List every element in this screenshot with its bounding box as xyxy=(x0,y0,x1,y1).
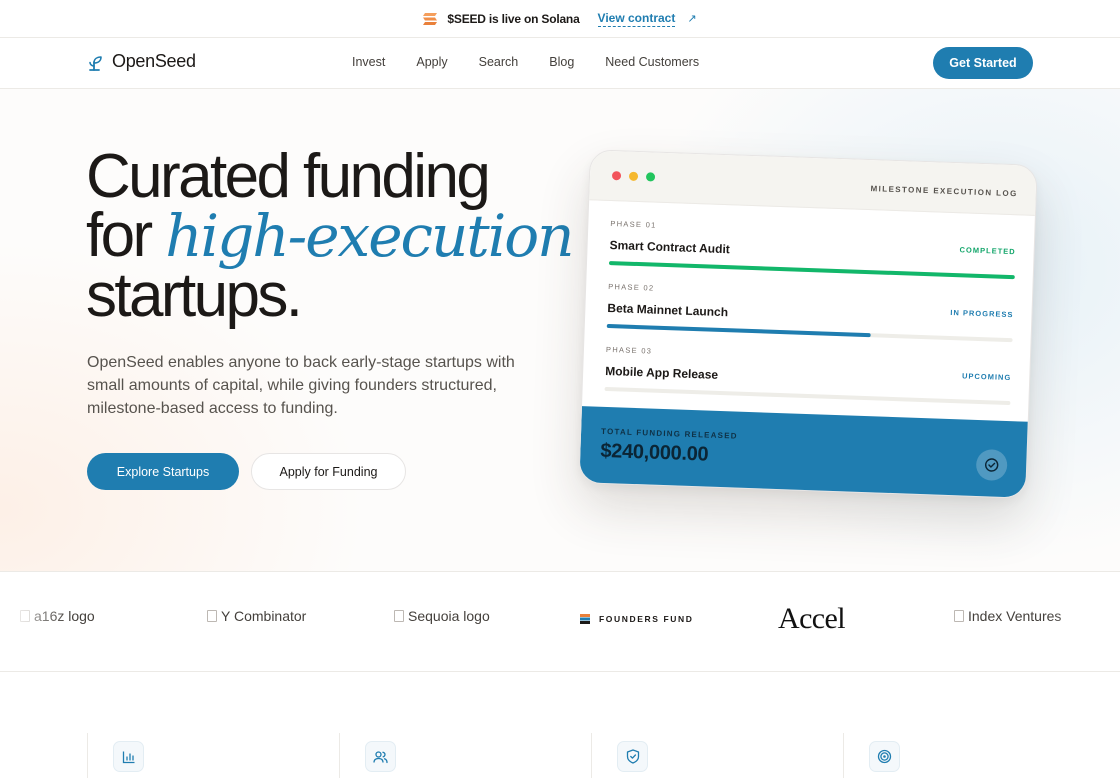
target-icon xyxy=(869,741,900,772)
red-dot-icon xyxy=(611,171,622,181)
hero-section: Curated funding for high-execution start… xyxy=(0,89,1120,571)
feature-card xyxy=(843,733,1096,778)
hero-description: OpenSeed enables anyone to back early-st… xyxy=(87,354,515,417)
nav-link-search[interactable]: Search xyxy=(479,55,519,69)
hero-title-highlight: high-execution xyxy=(165,202,574,270)
users-icon xyxy=(365,741,396,772)
sprout-icon xyxy=(89,55,102,71)
feature-card xyxy=(591,733,844,778)
milestone-card: MILESTONE EXECUTION LOG PHASE 01 Smart C… xyxy=(578,149,1038,499)
green-dot-icon xyxy=(645,172,656,182)
founders-fund-mark-icon xyxy=(580,614,590,624)
total-funding-amount: $240,000.00 xyxy=(600,439,709,466)
phase-status: UPCOMING xyxy=(961,371,1012,383)
shield-check-icon xyxy=(617,741,648,772)
announcement-text: $SEED is live on Solana xyxy=(447,11,580,26)
logo-accel: Accel xyxy=(778,602,846,635)
nav-link-apply[interactable]: Apply xyxy=(416,55,447,69)
bar-chart-icon xyxy=(113,741,144,772)
brand-name: OpenSeed xyxy=(112,51,196,71)
phase-name: Mobile App Release xyxy=(604,363,719,382)
nav-link-blog[interactable]: Blog xyxy=(549,55,574,69)
card-header: MILESTONE EXECUTION LOG xyxy=(589,150,1037,216)
hero-title-line3: startups. xyxy=(86,261,303,330)
brand-logo[interactable]: OpenSeed xyxy=(88,51,196,72)
solana-icon xyxy=(423,12,438,25)
explore-startups-button[interactable]: Explore Startups xyxy=(87,453,239,490)
external-arrow-icon: ↗ xyxy=(687,13,697,25)
get-started-button[interactable]: Get Started xyxy=(933,47,1033,79)
strip-fade-left xyxy=(0,572,70,671)
announcement-bar: $SEED is live on Solana View contract ↗ xyxy=(0,0,1120,38)
top-navigation: OpenSeed Invest Apply Search Blog Need C… xyxy=(0,38,1120,89)
phase-item: PHASE 02 Beta Mainnet Launch IN PROGRESS xyxy=(606,282,1014,343)
logo-founders-fund: FOUNDERS FUND xyxy=(580,614,693,624)
logo-sequoia-alt: Sequoia logo xyxy=(408,608,490,624)
hero-title-for: for xyxy=(86,201,153,270)
logo-sequoia: Sequoia logo xyxy=(394,608,490,624)
total-funding-label: TOTAL FUNDING RELEASED xyxy=(600,426,738,441)
investor-logo-strip: a16z logo Y Combinator Sequoia logo FOUN… xyxy=(0,571,1120,672)
check-circle-icon xyxy=(975,448,1008,482)
logo-index-ventures-alt: Index Ventures xyxy=(968,608,1062,624)
window-dots xyxy=(611,171,656,182)
feature-card xyxy=(339,733,592,778)
logo-index-ventures: Index Ventures xyxy=(954,608,1061,624)
phase-status: COMPLETED xyxy=(959,245,1016,257)
phase-progress-fill xyxy=(606,323,871,338)
hero-title: Curated funding for high-execution start… xyxy=(86,146,606,327)
founders-fund-text: FOUNDERS FUND xyxy=(599,614,694,624)
broken-image-icon xyxy=(954,610,964,622)
card-footer: TOTAL FUNDING RELEASED $240,000.00 xyxy=(579,406,1030,499)
apply-for-funding-button[interactable]: Apply for Funding xyxy=(251,453,406,490)
broken-image-icon xyxy=(207,610,217,622)
strip-fade-right xyxy=(1050,572,1120,671)
phase-label: PHASE 03 xyxy=(605,344,653,356)
card-title: MILESTONE EXECUTION LOG xyxy=(870,184,1018,199)
phase-item: PHASE 03 Mobile App Release UPCOMING xyxy=(604,344,1012,406)
phase-label: PHASE 01 xyxy=(610,219,657,230)
logo-y-combinator-alt: Y Combinator xyxy=(221,608,307,624)
logo-y-combinator: Y Combinator xyxy=(207,608,306,624)
feature-card xyxy=(87,733,340,778)
features-section xyxy=(0,672,1120,778)
phase-name: Smart Contract Audit xyxy=(609,238,731,257)
yellow-dot-icon xyxy=(628,171,639,181)
nav-link-invest[interactable]: Invest xyxy=(352,55,385,69)
view-contract-link[interactable]: View contract xyxy=(597,11,676,27)
phase-item: PHASE 01 Smart Contract Audit COMPLETED xyxy=(608,219,1016,280)
broken-image-icon xyxy=(394,610,404,622)
nav-links: Invest Apply Search Blog Need Customers xyxy=(352,55,699,69)
phase-label: PHASE 02 xyxy=(608,282,655,293)
nav-link-need-customers[interactable]: Need Customers xyxy=(605,55,699,69)
